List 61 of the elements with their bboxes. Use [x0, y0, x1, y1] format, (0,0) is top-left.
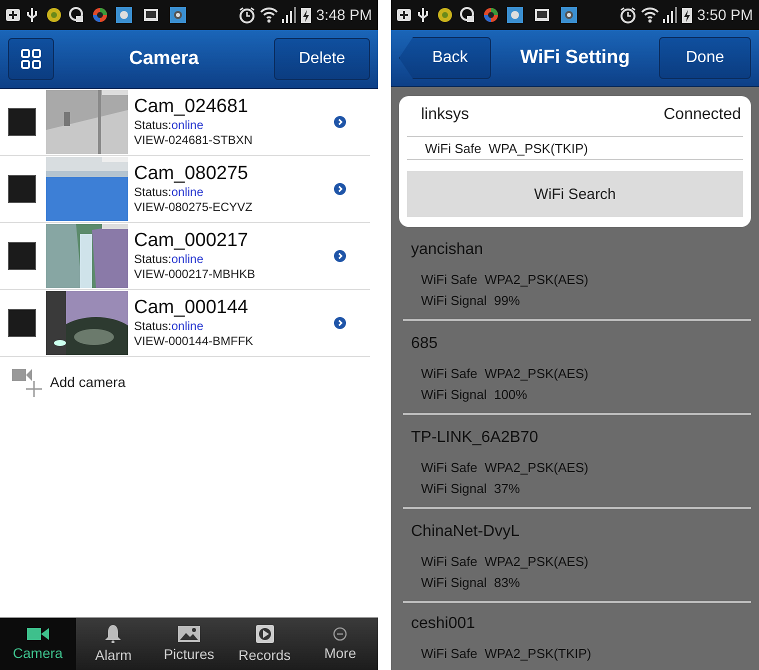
- signal-icon: [282, 6, 296, 24]
- tab[interactable]: Pictures: [151, 618, 227, 670]
- screen-title: WiFi Setting: [520, 47, 630, 69]
- device-id: VIEW-000144-BMFFK: [134, 334, 254, 349]
- network-item[interactable]: 685 WiFi Safe WPA2_PSK(AES) WiFi Signal 100%: [403, 321, 751, 415]
- camera-name: Cam_024681: [134, 96, 250, 118]
- wifi-search-button[interactable]: WiFi Search: [407, 171, 743, 217]
- tab[interactable]: Alarm: [76, 618, 152, 670]
- checkbox[interactable]: [8, 242, 36, 270]
- image-icon: [178, 626, 200, 642]
- chevron-icon[interactable]: [334, 183, 346, 195]
- signal-icon: [663, 6, 678, 24]
- device-id: VIEW-000217-MBHKB: [134, 267, 256, 282]
- camera-row[interactable]: Cam_024681 Status:online VIEW-024681-STBXN: [0, 89, 370, 156]
- chevron-icon[interactable]: [334, 317, 346, 329]
- tab[interactable]: Records: [226, 618, 302, 670]
- camera-status: Status:online: [134, 118, 204, 133]
- device-id: VIEW-080275-ECYVZ: [134, 200, 254, 215]
- camera-row[interactable]: Cam_000217 Status:online VIEW-000217-MBHKB: [0, 223, 370, 290]
- camera-name: Cam_000217: [134, 230, 250, 252]
- camera-name: Cam_000144: [134, 297, 250, 319]
- camera-name: Cam_080275: [134, 163, 250, 185]
- camera-row[interactable]: Cam_080275 Status:online VIEW-080275-ECYVZ: [0, 156, 370, 223]
- network-item[interactable]: ChinaNet-DvyL WiFi Safe WPA2_PSK(AES) WiFi Signal 83%: [403, 509, 751, 603]
- wifi-icon: [641, 6, 660, 24]
- security-info: WiFi Safe WPA_PSK(TKIP): [425, 140, 588, 156]
- network-item[interactable]: yancishan WiFi Safe WPA2_PSK(AES) WiFi Signal 99%: [403, 227, 751, 321]
- network-item[interactable]: TP-LINK_6A2B70 WiFi Safe WPA2_PSK(AES) WiFi Signal 37%: [403, 415, 751, 509]
- add-camera-button[interactable]: Add camera: [0, 357, 138, 407]
- alarm-icon: [619, 6, 638, 24]
- delete-button[interactable]: Delete: [274, 38, 370, 80]
- bell-icon: [105, 625, 122, 643]
- checkbox[interactable]: [8, 175, 36, 203]
- grid-icon: [21, 49, 41, 69]
- battery-icon: [300, 6, 312, 24]
- minus-circle-icon: [333, 627, 348, 641]
- chevron-icon[interactable]: [334, 250, 346, 262]
- tab[interactable]: Camera: [0, 618, 76, 670]
- battery-icon: [681, 6, 694, 24]
- camera-row[interactable]: Cam_000144 Status:online VIEW-000144-BMFFK: [0, 290, 370, 357]
- checkbox[interactable]: [8, 309, 36, 337]
- grid-button[interactable]: [8, 38, 54, 80]
- chevron-icon[interactable]: [334, 116, 346, 128]
- status-time: 3:50 PM: [697, 6, 753, 24]
- device-id: VIEW-024681-STBXN: [134, 133, 254, 148]
- camera-status: Status:online: [134, 252, 204, 267]
- camera-status: Status:online: [134, 185, 204, 200]
- alarm-icon: [238, 6, 256, 24]
- network-item[interactable]: ceshi001 WiFi Safe WPA2_PSK(TKIP): [403, 603, 751, 670]
- tab[interactable]: More: [302, 618, 378, 670]
- status-time: 3:48 PM: [316, 6, 372, 24]
- done-button[interactable]: Done: [659, 37, 751, 79]
- checkbox[interactable]: [8, 108, 36, 136]
- play-icon: [256, 625, 274, 643]
- wifi-icon: [260, 6, 278, 24]
- screen-title: Camera: [129, 48, 199, 70]
- network-name: linksys: [421, 106, 470, 125]
- video-camera-icon: [26, 627, 49, 641]
- camera-status: Status:online: [134, 319, 204, 334]
- back-button[interactable]: Back: [399, 37, 491, 79]
- connection-status: Connected: [664, 106, 741, 125]
